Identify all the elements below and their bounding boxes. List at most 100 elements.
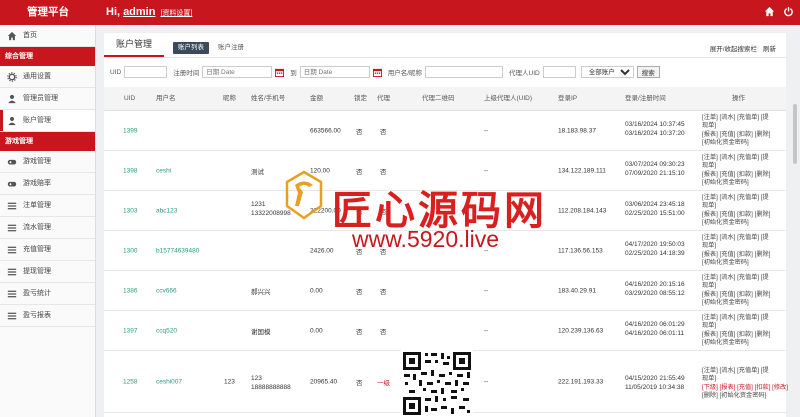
uid-link[interactable]: 1398	[123, 167, 137, 174]
balance: 0.00	[310, 287, 323, 294]
list-icon	[7, 202, 17, 210]
action-links[interactable]: [下级] [报表] [充值] [扣款] [修改]	[702, 384, 788, 391]
action-links[interactable]: [报表] [充值] [扣款] [删除]	[702, 171, 770, 178]
action-links[interactable]: [注单] [流水] [充值单] [提	[702, 234, 769, 241]
username-input[interactable]	[425, 66, 504, 78]
sidebar-item-profit-report[interactable]: 盈亏报表	[0, 305, 95, 327]
action-links[interactable]: 现单]	[702, 322, 716, 329]
action-links[interactable]: [注单] [流水] [充值单] [提	[702, 114, 769, 121]
action-links[interactable]: [报表] [充值] [扣款] [删除]	[702, 291, 770, 298]
action-links[interactable]: 现单]	[702, 162, 716, 169]
sidebar-item-profit-stats[interactable]: 盈亏统计	[0, 283, 95, 305]
sidebar-item-admin-management[interactable]: 管理员管理	[0, 88, 95, 110]
sidebar-item-account-management[interactable]: 账户管理	[0, 110, 95, 132]
home-icon[interactable]	[764, 6, 775, 17]
action-links[interactable]: [报表] [充值] [扣款] [删除]	[702, 131, 770, 138]
uid-link[interactable]: 1386	[123, 287, 137, 294]
search-bar: UID 注册时间 到 用户名/昵称 代理人UID 全部账户 搜索	[110, 65, 660, 79]
login-time: 04/16/2020 06:01:29	[625, 321, 685, 328]
date-to-input[interactable]	[299, 66, 370, 78]
uid-input[interactable]	[124, 66, 168, 78]
col-agent: 代理	[377, 95, 390, 102]
action-links[interactable]: [删除] [初始化资金密码]	[702, 392, 766, 399]
username-link[interactable]: b15774639480	[156, 247, 199, 254]
date-from-input[interactable]	[202, 66, 273, 78]
action-links[interactable]: [初始化资金密码]	[702, 179, 749, 186]
sidebar-item-label: 游戏赔率	[23, 180, 51, 187]
calendar-icon[interactable]	[275, 68, 285, 77]
action-links[interactable]: [初始化资金密码]	[702, 339, 749, 346]
sidebar-item-recharge-management[interactable]: 充值管理	[0, 239, 95, 261]
action-links[interactable]: [初始化资金密码]	[702, 259, 749, 266]
scrollbar[interactable]	[792, 52, 798, 417]
sidebar-item-game-management[interactable]: 游戏管理	[0, 151, 95, 173]
action-links[interactable]: [注单] [流水] [充值单] [提	[702, 194, 769, 201]
username-link[interactable]: ceshi	[156, 167, 171, 174]
uid-link[interactable]: 1300	[123, 247, 137, 254]
row-actions[interactable]: [注单] [流水] [充值单] [提 现单] [报表] [充值] [扣款] [删…	[702, 114, 782, 148]
top-bar: 管理平台 Hi, admin [资料设置]	[0, 0, 800, 25]
action-links[interactable]: [初始化资金密码]	[702, 299, 749, 306]
sidebar-section-game[interactable]: 游戏管理	[0, 132, 95, 151]
row-actions[interactable]: [注单] [流水] [充值单] [提 现单] [下级] [报表] [充值] [扣…	[702, 367, 788, 401]
register-time: 03/16/2024 10:37:20	[625, 130, 685, 137]
action-links[interactable]: [注单] [流水] [充值单] [提	[702, 314, 769, 321]
logout-icon[interactable]	[783, 6, 794, 17]
sidebar-item-general-settings[interactable]: 通用设置	[0, 66, 95, 88]
action-links[interactable]: [注单] [流水] [充值单] [提	[702, 274, 769, 281]
username-link[interactable]: ccv666	[156, 287, 177, 294]
uid-link[interactable]: 1258	[123, 378, 137, 385]
action-links[interactable]: 现单]	[702, 202, 716, 209]
action-links[interactable]: [初始化资金密码]	[702, 219, 749, 226]
row-actions[interactable]: [注单] [流水] [充值单] [提 现单] [报表] [充值] [扣款] [删…	[702, 234, 782, 268]
tab-account-list[interactable]: 账户列表	[173, 42, 209, 54]
action-links[interactable]: [初始化资金密码]	[702, 139, 749, 146]
profile-settings-link[interactable]: [资料设置]	[160, 10, 192, 17]
real-name: 谢国模	[251, 328, 271, 336]
action-links[interactable]: 现单]	[702, 375, 716, 382]
real-name: 郝兴兴	[251, 288, 271, 296]
action-links[interactable]: 现单]	[702, 122, 716, 129]
action-links[interactable]: [报表] [充值] [扣款] [删除]	[702, 211, 770, 218]
row-actions[interactable]: [注单] [流水] [充值单] [提 现单] [报表] [充值] [扣款] [删…	[702, 274, 782, 308]
phone: 18888888888	[251, 384, 291, 391]
row-actions[interactable]: [注单] [流水] [充值单] [提 现单] [报表] [充值] [扣款] [删…	[702, 154, 782, 188]
row-actions[interactable]: [注单] [流水] [充值单] [提 现单] [报表] [充值] [扣款] [删…	[702, 194, 782, 228]
username-link[interactable]: admin	[123, 6, 155, 18]
refresh-link[interactable]: 刷新	[763, 43, 776, 53]
sidebar-item-home[interactable]: 首页	[0, 25, 95, 47]
sidebar-item-game-odds[interactable]: 游戏赔率	[0, 173, 95, 195]
uid-link[interactable]: 1397	[123, 327, 137, 334]
uid-link[interactable]: 1303	[123, 207, 137, 214]
user-icon	[8, 116, 16, 126]
sidebar-item-withdraw-management[interactable]: 提现管理	[0, 261, 95, 283]
search-button[interactable]: 搜索	[636, 66, 660, 78]
tab-account-register[interactable]: 账户注册	[213, 42, 249, 54]
row-actions[interactable]: [注单] [流水] [充值单] [提 现单] [报表] [充值] [扣款] [删…	[702, 314, 782, 348]
login-ip: 134.122.189.111	[558, 167, 606, 174]
agent-status: 否	[380, 288, 387, 296]
sidebar-section-general[interactable]: 综合管理	[0, 47, 95, 66]
uid-link[interactable]: 1399	[123, 127, 137, 134]
action-links[interactable]: [注单] [流水] [充值单] [提	[702, 367, 769, 374]
action-links[interactable]: 现单]	[702, 282, 716, 289]
action-links[interactable]: [报表] [充值] [扣款] [删除]	[702, 331, 770, 338]
sidebar-item-bet-management[interactable]: 注单管理	[0, 195, 95, 217]
username-link[interactable]: abc123	[156, 207, 177, 214]
parent-agent: --	[484, 287, 489, 294]
sidebar-item-flow-management[interactable]: 流水管理	[0, 217, 95, 239]
action-links[interactable]: 现单]	[702, 242, 716, 249]
username-link[interactable]: ceshi007	[156, 378, 182, 385]
account-type-select[interactable]: 全部账户	[580, 66, 634, 78]
login-ip: 183.40.29.91	[558, 287, 596, 294]
register-time: 02/25/2020 15:51:00	[625, 210, 685, 217]
action-links[interactable]: [报表] [充值] [扣款] [删除]	[702, 251, 770, 258]
action-links[interactable]: [注单] [流水] [充值单] [提	[702, 154, 769, 161]
username-link[interactable]: ccq520	[156, 327, 177, 334]
toggle-search-link[interactable]: 展开/收起搜索栏	[710, 43, 757, 53]
sidebar-item-label: 通用设置	[23, 73, 51, 80]
login-ip: 18.183.98.37	[558, 127, 596, 134]
agent-uid-input[interactable]	[542, 66, 576, 78]
calendar-icon[interactable]	[372, 68, 382, 77]
scrollbar-thumb[interactable]	[793, 104, 797, 164]
